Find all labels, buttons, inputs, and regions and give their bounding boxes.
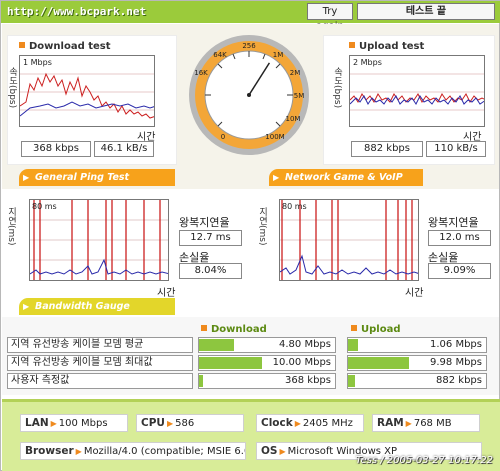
- upload-kbps: 882 kbps: [351, 141, 423, 157]
- ping-loss-value: 8.04%: [179, 263, 242, 279]
- bandwidth-up-value: 9.98 Mbps: [430, 357, 482, 368]
- bandwidth-row-label: 지역 유선방송 케이블 모뎀 평균: [7, 337, 193, 353]
- cpu-value: 586: [175, 418, 195, 429]
- bandwidth-up-value: 1.06 Mbps: [430, 339, 482, 350]
- bandwidth-up-fill: [348, 339, 358, 351]
- os-label: OS: [261, 445, 278, 457]
- bandwidth-down-bar: 4.80 Mbps: [198, 337, 336, 353]
- ping-graph: [29, 199, 169, 281]
- game-y-axis: 지연(ms): [257, 207, 267, 246]
- speed-gauge: 256 1M 2M 5M 10M 100M 0 16K 64K: [187, 33, 311, 157]
- try-again-button[interactable]: Try again: [307, 3, 353, 32]
- ping-latency-label: 왕복지연율: [179, 216, 230, 229]
- bandwidth-down-fill: [199, 357, 262, 369]
- browser-value: Mozilla/4.0 (compatible; MSIE 6.0: [83, 446, 246, 457]
- ram-value: 768 MB: [413, 418, 452, 429]
- tab-general-ping[interactable]: General Ping Test: [19, 169, 175, 186]
- download-kbps: 368 kbps: [21, 141, 91, 157]
- bandwidth-row-label: 지역 유선방송 케이블 모뎀 최대값: [7, 355, 193, 371]
- ping-scale: 80 ms: [32, 202, 57, 211]
- gauge-tick-256: 256: [242, 42, 256, 50]
- download-y-axis: 속도(bps): [7, 67, 17, 109]
- lan-value: 100 Mbps: [58, 418, 108, 429]
- clock-info: Clock ▶ 2405 MHz: [256, 414, 364, 432]
- lan-info: LAN ▶ 100 Mbps: [20, 414, 128, 432]
- arrow-right-icon: ▶: [279, 447, 286, 456]
- arrow-right-icon: ▶: [294, 419, 301, 428]
- bandwidth-down-value: 368 kbps: [285, 375, 331, 386]
- ram-info: RAM ▶ 768 MB: [372, 414, 480, 432]
- download-scale: 1 Mbps: [23, 58, 52, 67]
- cpu-label: CPU: [141, 417, 165, 429]
- bandwidth-up-value: 882 kbps: [436, 375, 482, 386]
- cpu-info: CPU ▶ 586: [136, 414, 244, 432]
- gauge-tick-16k: 16K: [194, 69, 208, 77]
- bandwidth-up-fill: [348, 357, 409, 369]
- bandwidth-down-bar: 10.00 Mbps: [198, 355, 336, 371]
- bandwidth-down-fill: [199, 375, 204, 387]
- ping-latency-value: 12.7 ms: [179, 230, 242, 246]
- gauge-tick-10m: 10M: [286, 115, 301, 123]
- arrow-right-icon: ▶: [405, 419, 412, 428]
- game-scale: 80 ms: [282, 202, 307, 211]
- bandwidth-upload-header: Upload: [351, 324, 400, 335]
- timestamp: Tess / 2005-03-27 10:17:22: [355, 455, 493, 466]
- upload-kBs: 110 kB/s: [426, 141, 486, 157]
- bandwidth-down-value: 10.00 Mbps: [272, 357, 331, 368]
- bandwidth-up-bar: 1.06 Mbps: [347, 337, 487, 353]
- browser-info: Browser ▶ Mozilla/4.0 (compatible; MSIE 6.…: [20, 442, 246, 460]
- gauge-tick-1m: 1M: [273, 51, 284, 59]
- game-loss-value: 9.09%: [428, 263, 491, 279]
- ping-time-label: 시간: [157, 288, 176, 299]
- gauge-tick-2m: 2M: [290, 69, 301, 77]
- bandwidth-down-value: 4.80 Mbps: [279, 339, 331, 350]
- arrow-right-icon: ▶: [166, 419, 174, 428]
- lan-label: LAN: [25, 417, 49, 429]
- tab-bandwidth-gauge[interactable]: Bandwidth Gauge: [19, 298, 175, 315]
- gauge-tick-5m: 5M: [294, 92, 305, 100]
- game-graph: [279, 199, 419, 281]
- gauge-tick-0: 0: [221, 133, 225, 141]
- gauge-tick-64k: 64K: [213, 51, 227, 59]
- gauge-tick-100m: 100M: [265, 133, 284, 141]
- arrow-right-icon: ▶: [75, 447, 82, 456]
- speed-test-window: http://www.bcpark.net Try again 테스트 끝 Do…: [0, 0, 500, 471]
- bandwidth-download-header: Download: [201, 324, 267, 335]
- bandwidth-down-bar: 368 kbps: [198, 373, 336, 389]
- bandwidth-down-fill: [199, 339, 235, 351]
- upload-scale: 2 Mbps: [353, 58, 382, 67]
- download-kBs: 46.1 kB/s: [94, 141, 154, 157]
- upload-label: Upload test: [349, 41, 424, 52]
- bandwidth-row-label: 사용자 측정값: [7, 373, 193, 389]
- upload-y-axis: 속도(bps): [332, 67, 342, 109]
- site-url: http://www.bcpark.net: [7, 5, 147, 18]
- bandwidth-up-bar: 882 kbps: [347, 373, 487, 389]
- end-test-button[interactable]: 테스트 끝: [357, 3, 495, 20]
- browser-label: Browser: [25, 445, 74, 457]
- bandwidth-up-fill: [348, 375, 355, 387]
- game-time-label: 시간: [405, 288, 424, 299]
- game-latency-value: 12.0 ms: [428, 230, 491, 246]
- tab-network-game[interactable]: Network Game & VoIP Test: [269, 169, 423, 200]
- game-latency-label: 왕복지연율: [428, 216, 479, 229]
- ram-label: RAM: [377, 417, 404, 429]
- ping-y-axis: 지연(ms): [6, 207, 16, 246]
- clock-label: Clock: [261, 417, 293, 429]
- clock-value: 2405 MHz: [302, 418, 353, 429]
- bandwidth-up-bar: 9.98 Mbps: [347, 355, 487, 371]
- download-label: Download test: [19, 41, 111, 52]
- arrow-right-icon: ▶: [50, 419, 57, 428]
